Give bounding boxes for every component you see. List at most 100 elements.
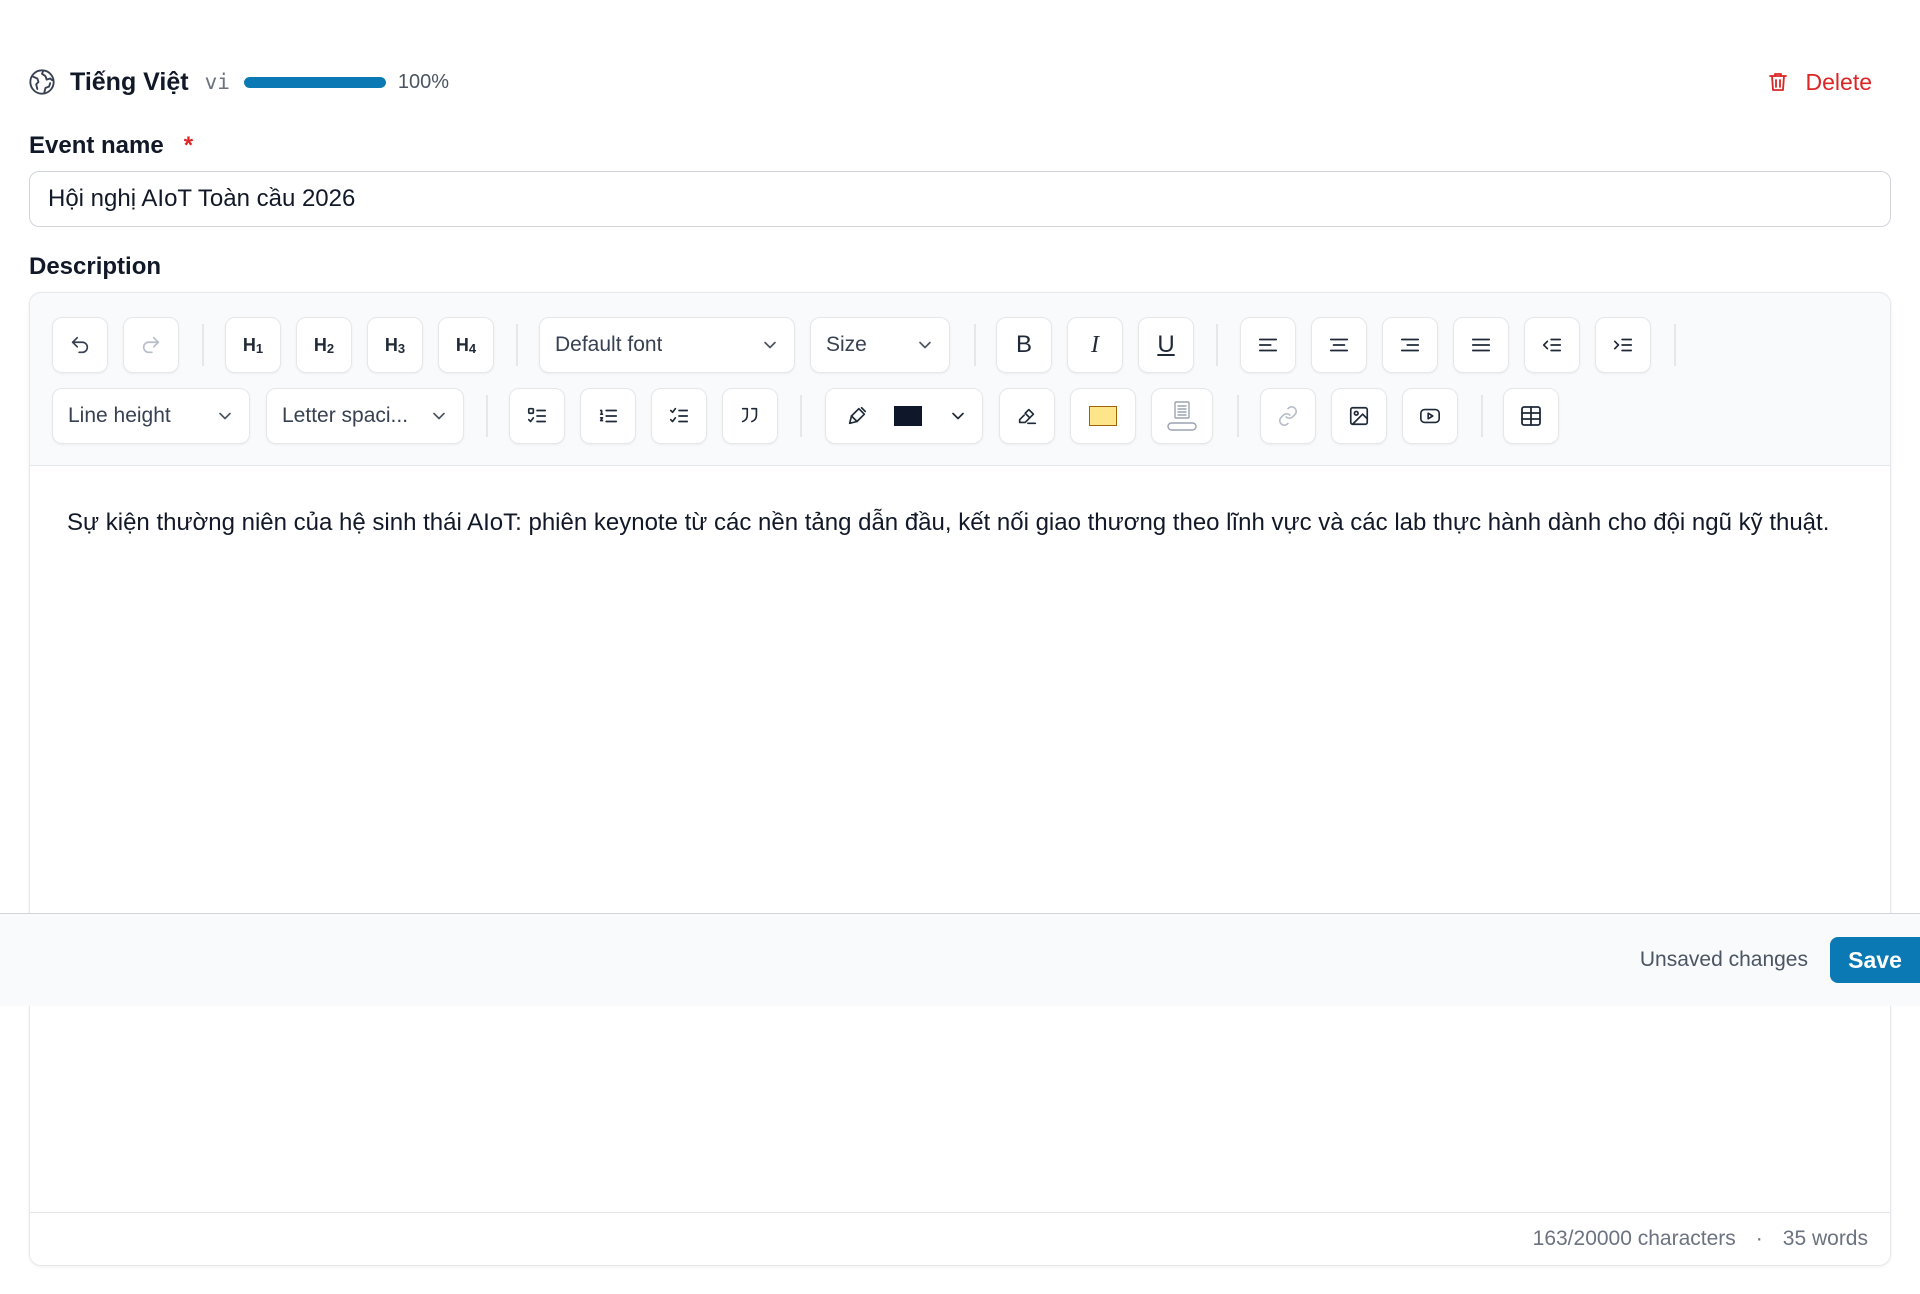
indent-button[interactable]: [1595, 317, 1651, 373]
footer-separator: ·: [1755, 1227, 1763, 1250]
editor-content[interactable]: Sự kiện thường niên của hệ sinh thái AIo…: [30, 467, 1890, 578]
bold-label: B: [1015, 331, 1032, 358]
redo-icon: [140, 334, 162, 356]
word-count: 35 words: [1782, 1227, 1868, 1250]
globe-icon: [28, 68, 56, 96]
highlighter-button[interactable]: [999, 388, 1055, 444]
link-button[interactable]: [1260, 388, 1316, 444]
highlighter-icon: [1016, 405, 1038, 427]
letter-spacing-select[interactable]: Letter spaci...: [266, 388, 464, 444]
align-left-button[interactable]: [1240, 317, 1296, 373]
checklist-icon: [668, 405, 690, 427]
bullet-list-icon: [526, 405, 548, 427]
event-name-label: Event name *: [29, 132, 193, 160]
font-family-value: Default font: [555, 333, 663, 356]
heading-1-button[interactable]: H1: [225, 317, 281, 373]
heading-4-label: H4: [455, 334, 477, 356]
align-justify-icon: [1470, 334, 1492, 356]
bold-button[interactable]: B: [996, 317, 1052, 373]
image-icon: [1348, 405, 1370, 427]
heading-3-label: H3: [384, 334, 406, 356]
outdent-button[interactable]: [1524, 317, 1580, 373]
editor-toolbar: H1 H2 H3 H4 Default font Size B I U Line…: [30, 293, 1890, 466]
clear-format-button[interactable]: [1151, 388, 1213, 444]
chevron-down-icon: [948, 406, 968, 426]
insert-video-button[interactable]: [1402, 388, 1458, 444]
rich-text-editor: H1 H2 H3 H4 Default font Size B I U Line…: [29, 292, 1891, 1266]
bullet-list-button[interactable]: [509, 388, 565, 444]
text-block-icon: [1165, 399, 1199, 433]
underline-button[interactable]: U: [1138, 317, 1194, 373]
description-label: Description: [29, 253, 162, 280]
progress-fill: [243, 76, 386, 88]
line-height-select[interactable]: Line height: [52, 388, 250, 444]
editor-footer: 163/20000 characters · 35 words: [30, 1212, 1890, 1265]
delete-label: Delete: [1805, 68, 1872, 95]
toolbar-divider: [486, 395, 488, 437]
toolbar-divider: [1481, 395, 1483, 437]
letter-spacing-value: Letter spaci...: [282, 404, 409, 427]
table-icon: [1519, 404, 1543, 428]
language-header: Tiếng Việt vi 100%: [28, 64, 449, 100]
checklist-button[interactable]: [651, 388, 707, 444]
highlight-color-swatch: [1089, 406, 1117, 426]
unsaved-status: Unsaved changes: [1639, 948, 1808, 971]
ordered-list-icon: [597, 405, 619, 427]
heading-3-button[interactable]: H3: [367, 317, 423, 373]
toolbar-divider: [202, 324, 204, 366]
align-justify-button[interactable]: [1453, 317, 1509, 373]
trash-icon: [1766, 69, 1792, 95]
translation-progress-bar: [243, 76, 386, 88]
ordered-list-button[interactable]: [580, 388, 636, 444]
underline-label: U: [1157, 331, 1175, 358]
save-bar: Unsaved changes Save: [0, 913, 1920, 1006]
align-left-icon: [1257, 334, 1279, 356]
chevron-down-icon: [429, 406, 449, 426]
delete-button[interactable]: Delete: [1766, 64, 1872, 100]
event-name-label-text: Event name: [29, 132, 164, 159]
heading-4-button[interactable]: H4: [438, 317, 494, 373]
font-size-value: Size: [826, 333, 867, 356]
progress-label: 100%: [397, 70, 450, 93]
align-center-icon: [1328, 334, 1350, 356]
translation-page: Tiếng Việt vi 100% Delete Event name * De…: [0, 0, 1920, 1294]
chevron-down-icon: [215, 406, 235, 426]
text-color-picker[interactable]: [825, 388, 983, 444]
text-color-swatch: [894, 406, 922, 426]
description-paragraph: Sự kiện thường niên của hệ sinh thái AIo…: [67, 509, 1830, 536]
event-name-input[interactable]: [29, 171, 1891, 227]
toolbar-divider: [800, 395, 802, 437]
font-family-select[interactable]: Default font: [539, 317, 795, 373]
insert-image-button[interactable]: [1331, 388, 1387, 444]
toolbar-divider: [516, 324, 518, 366]
highlight-color-button[interactable]: [1070, 388, 1136, 444]
toolbar-divider: [1237, 395, 1239, 437]
align-right-button[interactable]: [1382, 317, 1438, 373]
indent-icon: [1612, 334, 1634, 356]
language-code: vi: [204, 70, 230, 94]
redo-button[interactable]: [123, 317, 179, 373]
heading-2-label: H2: [313, 334, 335, 356]
required-marker: *: [183, 132, 194, 159]
font-size-select[interactable]: Size: [810, 317, 950, 373]
italic-label: I: [1091, 331, 1099, 358]
chevron-down-icon: [760, 335, 780, 355]
outdent-icon: [1541, 334, 1563, 356]
align-right-icon: [1399, 334, 1421, 356]
italic-button[interactable]: I: [1067, 317, 1123, 373]
undo-button[interactable]: [52, 317, 108, 373]
line-height-value: Line height: [68, 404, 171, 427]
toolbar-divider: [1674, 324, 1676, 366]
align-center-button[interactable]: [1311, 317, 1367, 373]
heading-2-button[interactable]: H2: [296, 317, 352, 373]
save-button[interactable]: Save: [1830, 937, 1920, 983]
video-icon: [1419, 405, 1441, 427]
insert-table-button[interactable]: [1503, 388, 1559, 444]
paintbrush-icon: [846, 405, 868, 427]
toolbar-divider: [974, 324, 976, 366]
blockquote-button[interactable]: [722, 388, 778, 444]
heading-1-label: H1: [242, 334, 264, 356]
undo-icon: [69, 334, 91, 356]
quote-icon: [739, 405, 761, 427]
link-icon: [1277, 405, 1299, 427]
